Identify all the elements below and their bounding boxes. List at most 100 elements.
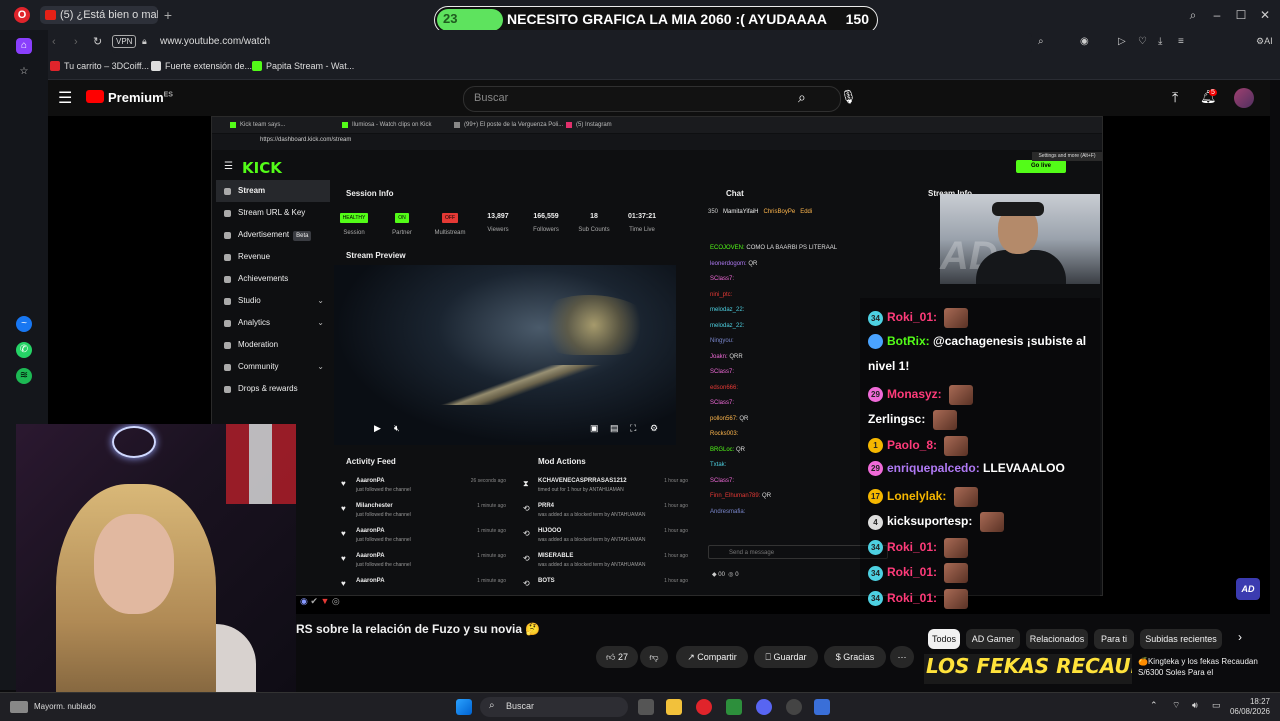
session-stat: 13,897 Viewers [478,213,518,233]
close-window-button[interactable]: ✕ [1255,6,1275,24]
overlay-chat-message: 1 Paolo_8: [868,435,969,456]
search-input[interactable]: Buscar [463,86,841,112]
reload-button[interactable]: ↻ [93,35,102,48]
thanks-button[interactable]: $ Gracias [824,646,886,668]
avatar[interactable] [1234,88,1254,108]
ai-icon[interactable]: ⚙AI [1256,36,1273,47]
back-button[interactable]: ‹ [52,36,56,48]
app-icon[interactable] [814,699,830,715]
chat-username: SClass7: [710,369,735,375]
heart-icon: ♥ [341,529,346,538]
kick-nav-label: Advertisement [238,230,290,239]
search-tabs-icon[interactable]: ⌕ [1183,6,1203,24]
obs-icon[interactable] [786,699,802,715]
windows-start-icon[interactable] [456,699,472,715]
share-button[interactable]: ↗ Compartir [676,646,748,668]
heart-icon: ♥ [341,479,346,488]
youtube-logo[interactable]: PremiumES [86,90,173,105]
chat-text: QR [762,493,772,499]
chat-username: SClass7: [710,276,735,282]
whatsapp-icon[interactable]: ✆ [16,342,32,358]
chip-recent-uploads[interactable]: Subidas recientes [1140,629,1222,649]
minimize-button[interactable]: – [1207,6,1227,24]
like-button[interactable]: 👍︎ 27 [596,646,638,668]
weather-text[interactable]: Mayorm. nublado [34,702,96,711]
spotify-icon[interactable]: ≋ [16,368,32,384]
thumbs-up-icon: 👍︎ [606,652,616,662]
bookmark-icon [151,61,161,71]
url-field[interactable]: VPN 🔒︎ www.youtube.com/watch [112,33,1032,53]
discord-icon[interactable] [756,699,772,715]
more-actions-button[interactable]: ⋯ [890,646,914,668]
list-item: ♥ AaaronPA just followed the channel 1 minu… [334,525,510,549]
opera-icon[interactable] [696,699,712,715]
stream-preview-image: ▶ 🔇︎ ▣ ▤ ⛶ ⚙ [334,265,676,445]
session-stat: OFF Multistream [430,213,470,236]
nav-item-icon [224,386,231,393]
chip-related[interactable]: Relacionados [1026,629,1088,649]
chip-for-you[interactable]: Para ti [1094,629,1134,649]
bookmark-item[interactable]: Tu carrito – 3DCoiff... [50,61,149,71]
settings-icon: ⚙ [650,423,659,433]
person-face [94,514,174,614]
search-icon[interactable]: ⌕ [798,89,806,106]
search-icon[interactable]: ⌕ [1038,36,1044,47]
play-icon[interactable]: ▷ [1118,36,1126,47]
microphone-icon[interactable]: 🎙︎ [840,89,857,105]
file-explorer-icon[interactable] [666,699,682,715]
mod-action-time: 1 hour ago [664,503,688,509]
kick-nav-label: Stream [238,186,266,195]
weather-icon[interactable] [10,701,28,713]
recommended-video-thumbnail[interactable]: LOS FEKAS RECAUDAN [924,654,1132,684]
taskbar-search[interactable]: ⌕ Buscar [480,697,628,717]
chat-badge: 1 [868,438,883,453]
download-icon[interactable]: ⤓ [1158,36,1162,47]
overlay-chat-message: Zerlingsc: [868,410,957,430]
battery-icon[interactable]: ▭ [1212,700,1221,711]
chat-title: Chat [726,189,744,198]
star-icon[interactable]: ☆ [16,64,32,80]
heart-icon[interactable]: ♡ [1138,36,1147,47]
kick-nav-item: Achievements [216,268,330,290]
camera-icon[interactable]: ◉ [1080,36,1089,47]
activity-time: 1 minute ago [477,578,506,584]
hamburger-menu-icon[interactable]: ☰ [58,88,72,108]
activity-time: 1 minute ago [477,528,506,534]
home-icon[interactable]: ⌂ [16,38,32,54]
recommended-video-title[interactable]: 🍊Kingteka y los fekas Recaudan S/6300 So… [1138,656,1268,678]
notification-count-badge: 5 [1209,89,1217,96]
dislike-button[interactable]: 👎︎ [640,646,668,668]
beta-badge: Beta [293,231,312,241]
chevron-down-icon: ⌄ [317,296,324,305]
opera-logo-icon[interactable]: O [14,7,30,23]
wifi-icon[interactable]: ⌔ [1172,700,1180,711]
session-stat: ON Partner [382,213,422,236]
app-icon[interactable] [726,699,742,715]
chip-all[interactable]: Todos [928,629,960,649]
bookmark-item[interactable]: Fuerte extensión de... [151,61,252,71]
volume-icon[interactable]: 🔊︎ [1192,700,1198,711]
chat-username: Finn_Elhuman789: [710,493,761,499]
chevron-right-icon[interactable]: › [1238,630,1242,644]
chat-username: Zerlingsc: [868,412,926,427]
menu-icon[interactable]: ≡ [1178,36,1184,47]
forward-button[interactable]: › [74,36,78,48]
messenger-icon[interactable]: ~ [16,316,32,332]
chip-ad-gamer[interactable]: AD Gamer [966,629,1020,649]
browser-tab-youtube[interactable]: (5) ¿Está bien o mal? ... [40,6,158,24]
new-tab-button[interactable]: + [160,6,176,24]
status-badge: OFF [442,213,458,223]
save-button[interactable]: ⎕ Guardar [754,646,818,668]
chevron-up-icon[interactable]: ⌃ [1150,700,1158,711]
overlay-chat-message: 29 enriquepalcedo: LLEVAAALOO [868,461,1065,477]
upload-icon[interactable]: ⤒ [1172,89,1178,106]
vpn-badge[interactable]: VPN [112,35,137,48]
follower-name: AaaronPA [356,553,385,559]
maximize-button[interactable]: ☐ [1231,6,1251,24]
task-view-icon[interactable] [638,699,654,715]
chat-username: Joakn: [710,353,728,360]
taskbar-clock[interactable]: 18:27 06/08/2026 [1230,697,1270,717]
chat-message: Andresmafia: [710,509,745,515]
emote-icon [979,512,1004,532]
bookmark-item[interactable]: Papita Stream - Wat... [252,61,354,71]
